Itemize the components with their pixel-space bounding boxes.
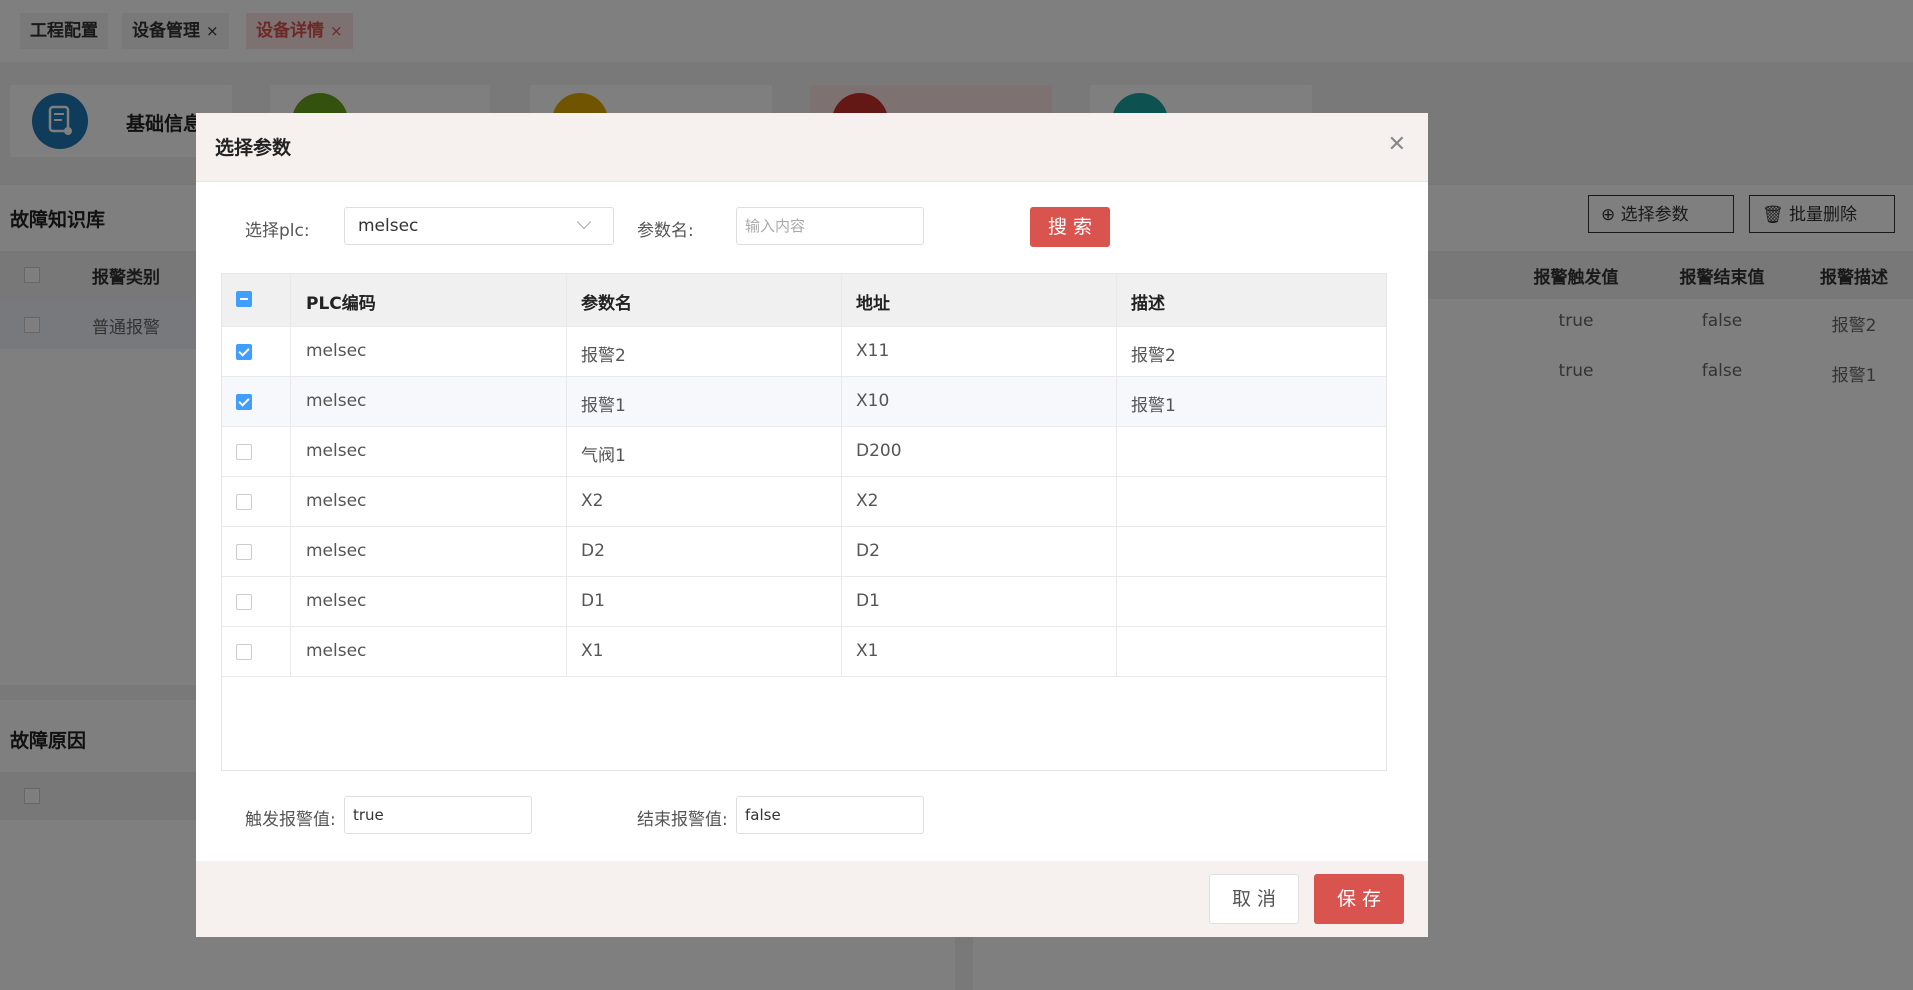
cell-addr: D200 bbox=[856, 441, 902, 461]
chevron-down-icon bbox=[576, 214, 592, 230]
table-row[interactable]: melsec D2 D2 bbox=[222, 526, 1386, 576]
column-header: 描述 bbox=[1131, 294, 1165, 314]
cell-name: 气阀1 bbox=[581, 446, 626, 466]
cancel-button[interactable]: 取 消 bbox=[1209, 874, 1299, 924]
row-checkbox[interactable] bbox=[236, 344, 252, 360]
row-checkbox[interactable] bbox=[236, 494, 252, 510]
cell-name: 报警2 bbox=[581, 346, 626, 366]
trigger-value-input[interactable] bbox=[344, 796, 532, 834]
dialog-title: 选择参数 bbox=[215, 137, 292, 159]
select-param-dialog: 选择参数 ✕ 选择plc: melsec 参数名: 搜 索 PLC编码 参数名 … bbox=[196, 113, 1428, 937]
cell-plc: melsec bbox=[306, 491, 367, 511]
trigger-value-label: 触发报警值: bbox=[245, 810, 336, 830]
cell-desc: 报警1 bbox=[1131, 396, 1176, 416]
column-header: 地址 bbox=[856, 294, 890, 314]
cell-addr: X11 bbox=[856, 341, 890, 361]
cell-plc: melsec bbox=[306, 641, 367, 661]
cell-addr: D1 bbox=[856, 591, 880, 611]
save-button[interactable]: 保 存 bbox=[1314, 874, 1404, 924]
cell-plc: melsec bbox=[306, 341, 367, 361]
row-checkbox[interactable] bbox=[236, 544, 252, 560]
cell-name: D1 bbox=[581, 591, 605, 611]
cell-addr: X10 bbox=[856, 391, 890, 411]
cell-plc: melsec bbox=[306, 591, 367, 611]
table-row[interactable]: melsec 报警2 X11 报警2 bbox=[222, 326, 1386, 376]
select-all-checkbox[interactable] bbox=[236, 291, 252, 307]
row-checkbox[interactable] bbox=[236, 394, 252, 410]
dialog-header: 选择参数 ✕ bbox=[196, 113, 1428, 182]
table-row[interactable]: melsec D1 D1 bbox=[222, 576, 1386, 626]
param-name-label: 参数名: bbox=[637, 221, 694, 241]
cell-name: 报警1 bbox=[581, 396, 626, 416]
cell-plc: melsec bbox=[306, 441, 367, 461]
cell-plc: melsec bbox=[306, 541, 367, 561]
end-value-input[interactable] bbox=[736, 796, 924, 834]
table-row[interactable]: melsec 气阀1 D200 bbox=[222, 426, 1386, 476]
row-checkbox[interactable] bbox=[236, 444, 252, 460]
cell-name: D2 bbox=[581, 541, 605, 561]
table-row[interactable]: melsec 报警1 X10 报警1 bbox=[222, 376, 1386, 426]
end-value-label: 结束报警值: bbox=[637, 810, 728, 830]
column-header: 参数名 bbox=[581, 294, 632, 314]
param-name-input[interactable] bbox=[736, 207, 924, 245]
plc-label: 选择plc: bbox=[245, 221, 310, 241]
plc-select-value: melsec bbox=[358, 216, 419, 236]
column-header: PLC编码 bbox=[306, 294, 376, 314]
plc-select[interactable]: melsec bbox=[344, 207, 614, 245]
close-icon[interactable]: ✕ bbox=[1388, 132, 1406, 157]
table-row[interactable]: melsec X2 X2 bbox=[222, 476, 1386, 526]
table-header: PLC编码 参数名 地址 描述 bbox=[222, 274, 1386, 326]
cell-desc: 报警2 bbox=[1131, 346, 1176, 366]
cell-name: X1 bbox=[581, 641, 604, 661]
cell-addr: X2 bbox=[856, 491, 879, 511]
cell-addr: X1 bbox=[856, 641, 879, 661]
cell-addr: D2 bbox=[856, 541, 880, 561]
row-checkbox[interactable] bbox=[236, 644, 252, 660]
table-row[interactable]: melsec X1 X1 bbox=[222, 626, 1386, 676]
param-table: PLC编码 参数名 地址 描述 melsec 报警2 X11 报警2 melsec 报警1… bbox=[221, 273, 1387, 771]
dialog-footer: 取 消 保 存 bbox=[196, 861, 1428, 937]
cell-name: X2 bbox=[581, 491, 604, 511]
cell-plc: melsec bbox=[306, 391, 367, 411]
row-checkbox[interactable] bbox=[236, 594, 252, 610]
search-button[interactable]: 搜 索 bbox=[1030, 207, 1110, 247]
